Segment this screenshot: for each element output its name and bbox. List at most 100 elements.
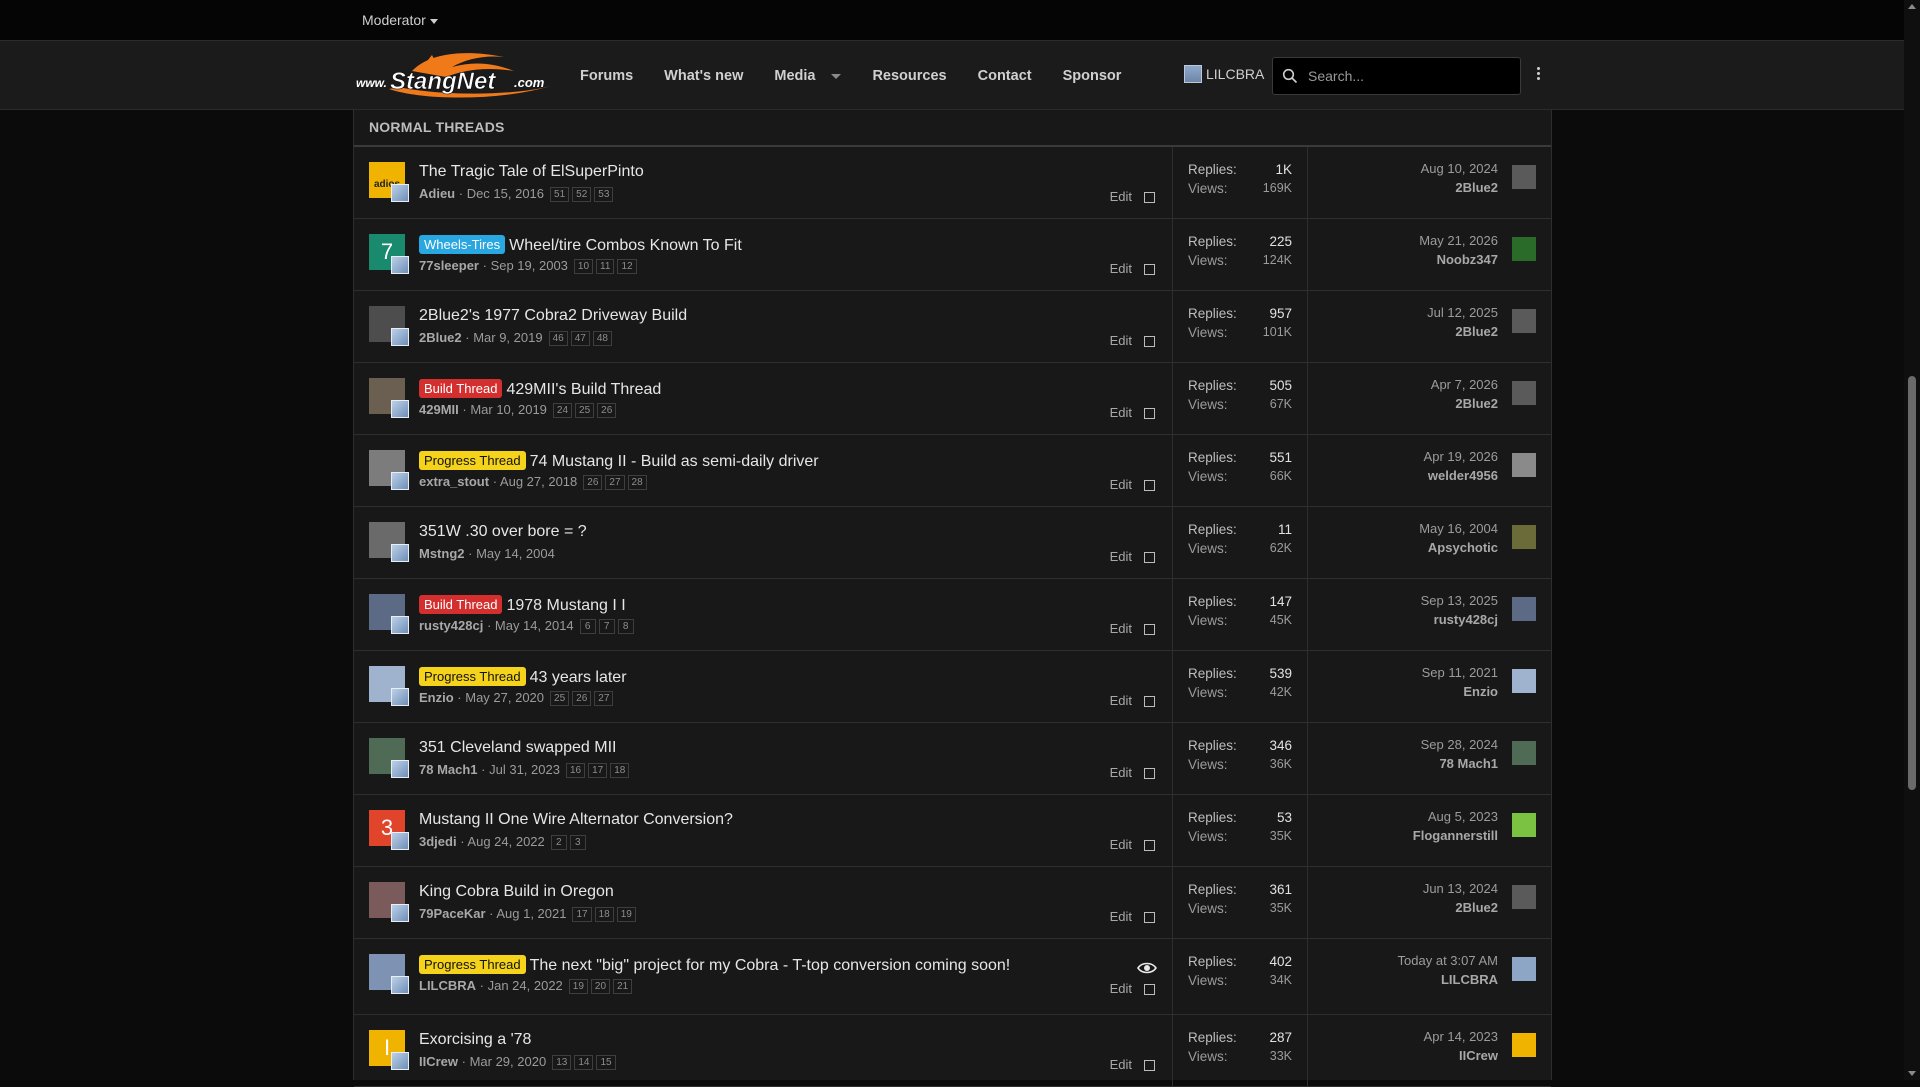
thread-prefix-badge[interactable]: Progress Thread (419, 451, 526, 470)
last-poster-avatar[interactable] (1512, 669, 1536, 693)
thread-title-link[interactable]: 1978 Mustang I I (506, 597, 625, 614)
page-link[interactable]: 47 (570, 331, 590, 346)
last-post-date[interactable]: Apr 14, 2023 (1424, 1029, 1498, 1044)
edit-control[interactable]: Edit (1110, 981, 1155, 996)
select-checkbox[interactable] (1144, 912, 1155, 923)
thread-title-link[interactable]: 429MII's Build Thread (506, 381, 661, 398)
author-avatar[interactable]: 3 (369, 810, 409, 850)
author-avatar[interactable] (369, 666, 409, 706)
page-link[interactable]: 19 (616, 907, 636, 922)
last-post-date[interactable]: Apr 7, 2026 (1431, 377, 1498, 392)
last-poster[interactable]: LILCBRA (1441, 972, 1498, 987)
thread-row[interactable]: Progress Thread 43 years later Enzio · Ma… (354, 651, 1551, 723)
thread-prefix-badge[interactable]: Progress Thread (419, 667, 526, 686)
select-checkbox[interactable] (1144, 480, 1155, 491)
last-post-date[interactable]: Sep 11, 2021 (1422, 665, 1498, 680)
thread-start-date[interactable]: Jul 31, 2023 (489, 762, 560, 777)
page-link[interactable]: 21 (613, 979, 633, 994)
edit-control[interactable]: Edit (1110, 405, 1155, 420)
thread-prefix-badge[interactable]: Build Thread (419, 379, 503, 398)
select-checkbox[interactable] (1144, 624, 1155, 635)
select-checkbox[interactable] (1144, 408, 1155, 419)
thread-title-link[interactable]: 43 years later (530, 669, 627, 686)
thread-row[interactable]: 7 Wheels-Tires Wheel/tire Combos Known To… (354, 219, 1551, 291)
edit-link[interactable]: Edit (1110, 693, 1132, 708)
last-poster-avatar[interactable] (1512, 885, 1536, 909)
thread-title-link[interactable]: Mustang II One Wire Alternator Conversio… (419, 811, 733, 828)
last-poster-avatar[interactable] (1512, 237, 1536, 261)
thread-row[interactable]: 3 Mustang II One Wire Alternator Convers… (354, 795, 1551, 867)
last-post-date[interactable]: Aug 5, 2023 (1428, 809, 1498, 824)
page-link[interactable]: 7 (598, 619, 615, 634)
edit-control[interactable]: Edit (1110, 621, 1155, 636)
thread-prefix-badge[interactable]: Progress Thread (419, 955, 526, 974)
thread-author[interactable]: rusty428cj (419, 618, 483, 633)
thread-title-link[interactable]: The next "big" project for my Cobra - T-… (530, 957, 1011, 974)
page-link[interactable]: 27 (605, 475, 625, 490)
thread-row[interactable]: Progress Thread The next "big" project fo… (354, 939, 1551, 1015)
thread-author[interactable]: 78 Mach1 (419, 762, 478, 777)
author-avatar[interactable] (369, 594, 409, 634)
edit-control[interactable]: Edit (1110, 261, 1155, 276)
page-link[interactable]: 14 (574, 1055, 594, 1070)
edit-control[interactable]: Edit (1110, 333, 1155, 348)
nav-sponsor[interactable]: Sponsor (1063, 68, 1122, 84)
page-link[interactable]: 52 (572, 187, 592, 202)
nav-whats-new[interactable]: What's new (664, 68, 743, 84)
page-link[interactable]: 24 (552, 403, 573, 418)
thread-title-link[interactable]: The Tragic Tale of ElSuperPinto (419, 163, 644, 180)
page-link[interactable]: 13 (552, 1055, 572, 1070)
media-dropdown-icon[interactable] (831, 73, 842, 79)
thread-author[interactable]: 3djedi (419, 834, 457, 849)
thread-author[interactable]: Adieu (419, 186, 455, 201)
last-post-date[interactable]: Aug 10, 2024 (1421, 161, 1498, 176)
page-link[interactable]: 16 (565, 763, 586, 778)
edit-link[interactable]: Edit (1110, 765, 1132, 780)
author-avatar[interactable] (369, 306, 409, 346)
last-poster-avatar[interactable] (1512, 957, 1536, 981)
page-link[interactable]: 12 (617, 259, 637, 274)
edit-link[interactable]: Edit (1110, 261, 1132, 276)
page-link[interactable]: 18 (594, 907, 614, 922)
scroll-down-icon[interactable] (1908, 1071, 1916, 1076)
last-post-date[interactable]: Apr 19, 2026 (1424, 449, 1498, 464)
thread-start-date[interactable]: Mar 9, 2019 (473, 330, 542, 345)
select-checkbox[interactable] (1144, 336, 1155, 347)
thread-title-link[interactable]: 351W .30 over bore = ? (419, 523, 587, 540)
thread-author[interactable]: extra_stout (419, 474, 489, 489)
last-poster[interactable]: rusty428cj (1434, 612, 1498, 627)
last-poster[interactable]: Noobz347 (1437, 252, 1498, 267)
watched-eye-icon[interactable] (1137, 961, 1157, 980)
edit-link[interactable]: Edit (1110, 333, 1132, 348)
author-avatar[interactable]: adios (369, 162, 409, 202)
edit-link[interactable]: Edit (1110, 477, 1132, 492)
author-avatar[interactable] (369, 522, 409, 562)
last-post-date[interactable]: May 16, 2004 (1419, 521, 1498, 536)
last-poster-avatar[interactable] (1512, 813, 1536, 837)
page-link[interactable]: 17 (572, 907, 592, 922)
page-link[interactable]: 25 (575, 403, 595, 418)
thread-author[interactable]: LILCBRA (419, 978, 476, 993)
page-link[interactable]: 19 (568, 979, 588, 994)
page-link[interactable]: 46 (548, 331, 568, 346)
thread-title-link[interactable]: Exorcising a '78 (419, 1031, 531, 1048)
page-link[interactable]: 3 (569, 835, 586, 850)
last-poster[interactable]: welder4956 (1428, 468, 1498, 483)
page-link[interactable]: 17 (588, 763, 608, 778)
moderator-menu[interactable]: Moderator (362, 12, 438, 28)
select-checkbox[interactable] (1144, 984, 1155, 995)
edit-control[interactable]: Edit (1110, 909, 1155, 924)
thread-title-link[interactable]: King Cobra Build in Oregon (419, 883, 614, 900)
thread-start-date[interactable]: Aug 1, 2021 (496, 906, 566, 921)
author-avatar[interactable] (369, 882, 409, 922)
thread-row[interactable]: 2Blue2's 1977 Cobra2 Driveway Build 2Blu… (354, 291, 1551, 363)
last-post-date[interactable]: Sep 13, 2025 (1421, 593, 1498, 608)
thread-start-date[interactable]: Jan 24, 2022 (488, 978, 563, 993)
edit-control[interactable]: Edit (1110, 693, 1155, 708)
page-link[interactable]: 20 (590, 979, 611, 994)
edit-link[interactable]: Edit (1110, 981, 1132, 996)
page-link[interactable]: 26 (583, 475, 603, 490)
author-avatar[interactable] (369, 738, 409, 778)
page-link[interactable]: 6 (579, 619, 596, 634)
select-checkbox[interactable] (1144, 768, 1155, 779)
